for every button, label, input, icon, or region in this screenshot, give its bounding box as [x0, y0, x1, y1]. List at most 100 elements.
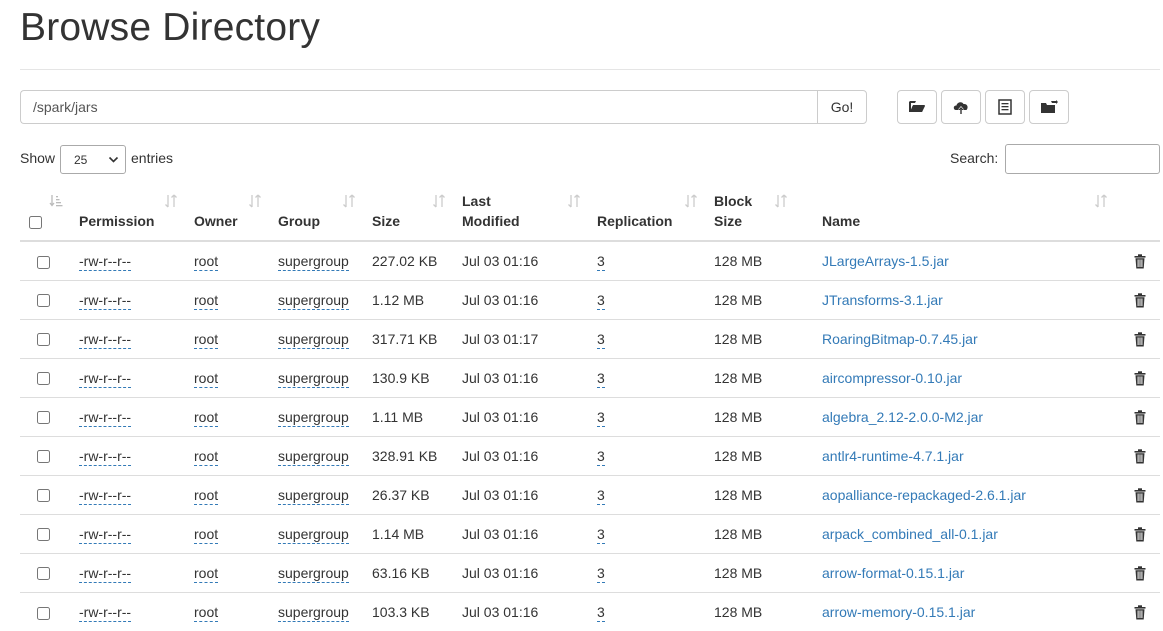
- permission-link[interactable]: -rw-r--r--: [79, 603, 132, 622]
- trash-icon: [1134, 449, 1146, 464]
- column-header-name[interactable]: Name: [814, 183, 1120, 242]
- group-link[interactable]: supergroup: [278, 252, 349, 271]
- permission-link[interactable]: -rw-r--r--: [79, 369, 132, 388]
- owner-link[interactable]: root: [194, 447, 219, 466]
- replication-link[interactable]: 3: [597, 525, 605, 544]
- group-link[interactable]: supergroup: [278, 564, 349, 583]
- delete-button[interactable]: [1134, 252, 1146, 269]
- owner-link[interactable]: root: [194, 564, 219, 583]
- file-name-link[interactable]: antlr4-runtime-4.7.1.jar: [822, 448, 964, 464]
- group-link[interactable]: supergroup: [278, 447, 349, 466]
- permission-link[interactable]: -rw-r--r--: [79, 291, 132, 310]
- group-link[interactable]: supergroup: [278, 603, 349, 622]
- row-checkbox[interactable]: [37, 489, 50, 503]
- column-header-size[interactable]: Size: [364, 183, 454, 242]
- delete-button[interactable]: [1134, 291, 1146, 308]
- owner-link[interactable]: root: [194, 525, 219, 544]
- row-checkbox[interactable]: [37, 372, 50, 386]
- owner-link[interactable]: root: [194, 486, 219, 505]
- permission-link[interactable]: -rw-r--r--: [79, 447, 132, 466]
- delete-button[interactable]: [1134, 408, 1146, 425]
- file-name-link[interactable]: aopalliance-repackaged-2.6.1.jar: [822, 487, 1026, 503]
- group-link[interactable]: supergroup: [278, 408, 349, 427]
- file-name-link[interactable]: arpack_combined_all-0.1.jar: [822, 526, 998, 542]
- replication-link[interactable]: 3: [597, 291, 605, 310]
- owner-link[interactable]: root: [194, 369, 219, 388]
- file-name-link[interactable]: JTransforms-3.1.jar: [822, 292, 943, 308]
- row-checkbox[interactable]: [37, 450, 50, 464]
- path-input[interactable]: [20, 90, 817, 124]
- row-checkbox[interactable]: [37, 528, 50, 542]
- file-name-link[interactable]: arrow-memory-0.15.1.jar: [822, 604, 975, 620]
- column-header-block-size[interactable]: Block Size: [706, 183, 814, 242]
- folder-move-icon: [1041, 100, 1058, 113]
- name-cell: arrow-memory-0.15.1.jar: [814, 591, 1120, 631]
- owner-link[interactable]: root: [194, 408, 219, 427]
- column-header-replication[interactable]: Replication: [589, 183, 706, 242]
- row-checkbox[interactable]: [37, 294, 50, 308]
- replication-link[interactable]: 3: [597, 330, 605, 349]
- permission-link[interactable]: -rw-r--r--: [79, 330, 132, 349]
- entries-select[interactable]: 25: [60, 145, 126, 174]
- select-all-checkbox[interactable]: [29, 215, 42, 229]
- header-select-all[interactable]: [20, 183, 71, 242]
- delete-button[interactable]: [1134, 603, 1146, 620]
- column-header-actions: [1120, 183, 1160, 242]
- delete-button[interactable]: [1134, 564, 1146, 581]
- column-header-owner[interactable]: Owner: [186, 183, 270, 242]
- group-link[interactable]: supergroup: [278, 291, 349, 310]
- group-cell: supergroup: [270, 591, 364, 631]
- file-name-link[interactable]: RoaringBitmap-0.7.45.jar: [822, 331, 978, 347]
- replication-link[interactable]: 3: [597, 486, 605, 505]
- trash-icon: [1134, 371, 1146, 386]
- owner-link[interactable]: root: [194, 291, 219, 310]
- delete-button[interactable]: [1134, 486, 1146, 503]
- group-link[interactable]: supergroup: [278, 330, 349, 349]
- block-size-cell: 128 MB: [706, 279, 814, 319]
- file-name-link[interactable]: algebra_2.12-2.0.0-M2.jar: [822, 409, 983, 425]
- replication-link[interactable]: 3: [597, 564, 605, 583]
- row-checkbox[interactable]: [37, 567, 50, 581]
- delete-cell: [1120, 279, 1160, 319]
- group-link[interactable]: supergroup: [278, 369, 349, 388]
- row-checkbox[interactable]: [37, 333, 50, 347]
- delete-button[interactable]: [1134, 525, 1146, 542]
- group-link[interactable]: supergroup: [278, 486, 349, 505]
- permission-link[interactable]: -rw-r--r--: [79, 564, 132, 583]
- file-name-link[interactable]: arrow-format-0.15.1.jar: [822, 565, 964, 581]
- file-name-link[interactable]: aircompressor-0.10.jar: [822, 370, 962, 386]
- delete-button[interactable]: [1134, 447, 1146, 464]
- delete-button[interactable]: [1134, 330, 1146, 347]
- row-checkbox[interactable]: [37, 255, 50, 269]
- trash-icon: [1134, 254, 1146, 269]
- column-header-last-modified[interactable]: Last Modified: [454, 183, 589, 242]
- search-input[interactable]: [1005, 144, 1160, 174]
- delete-button[interactable]: [1134, 369, 1146, 386]
- replication-link[interactable]: 3: [597, 603, 605, 622]
- owner-link[interactable]: root: [194, 330, 219, 349]
- permission-link[interactable]: -rw-r--r--: [79, 408, 132, 427]
- name-cell: aopalliance-repackaged-2.6.1.jar: [814, 474, 1120, 514]
- group-link[interactable]: supergroup: [278, 525, 349, 544]
- cut-paste-button[interactable]: [1029, 90, 1069, 124]
- list-view-button[interactable]: [985, 90, 1025, 124]
- permission-link[interactable]: -rw-r--r--: [79, 486, 132, 505]
- row-checkbox[interactable]: [37, 606, 50, 620]
- owner-link[interactable]: root: [194, 252, 219, 271]
- permission-link[interactable]: -rw-r--r--: [79, 525, 132, 544]
- column-header-permission[interactable]: Permission: [71, 183, 186, 242]
- row-checkbox[interactable]: [37, 411, 50, 425]
- owner-link[interactable]: root: [194, 603, 219, 622]
- replication-link[interactable]: 3: [597, 447, 605, 466]
- permission-cell: -rw-r--r--: [71, 241, 186, 280]
- go-button[interactable]: Go!: [817, 90, 867, 124]
- file-table-body: -rw-r--r-- root supergroup 227.02 KB Jul 03 …: [20, 241, 1160, 631]
- column-header-group[interactable]: Group: [270, 183, 364, 242]
- file-name-link[interactable]: JLargeArrays-1.5.jar: [822, 253, 949, 269]
- create-directory-button[interactable]: [897, 90, 937, 124]
- permission-link[interactable]: -rw-r--r--: [79, 252, 132, 271]
- upload-button[interactable]: [941, 90, 981, 124]
- replication-link[interactable]: 3: [597, 408, 605, 427]
- replication-link[interactable]: 3: [597, 369, 605, 388]
- replication-link[interactable]: 3: [597, 252, 605, 271]
